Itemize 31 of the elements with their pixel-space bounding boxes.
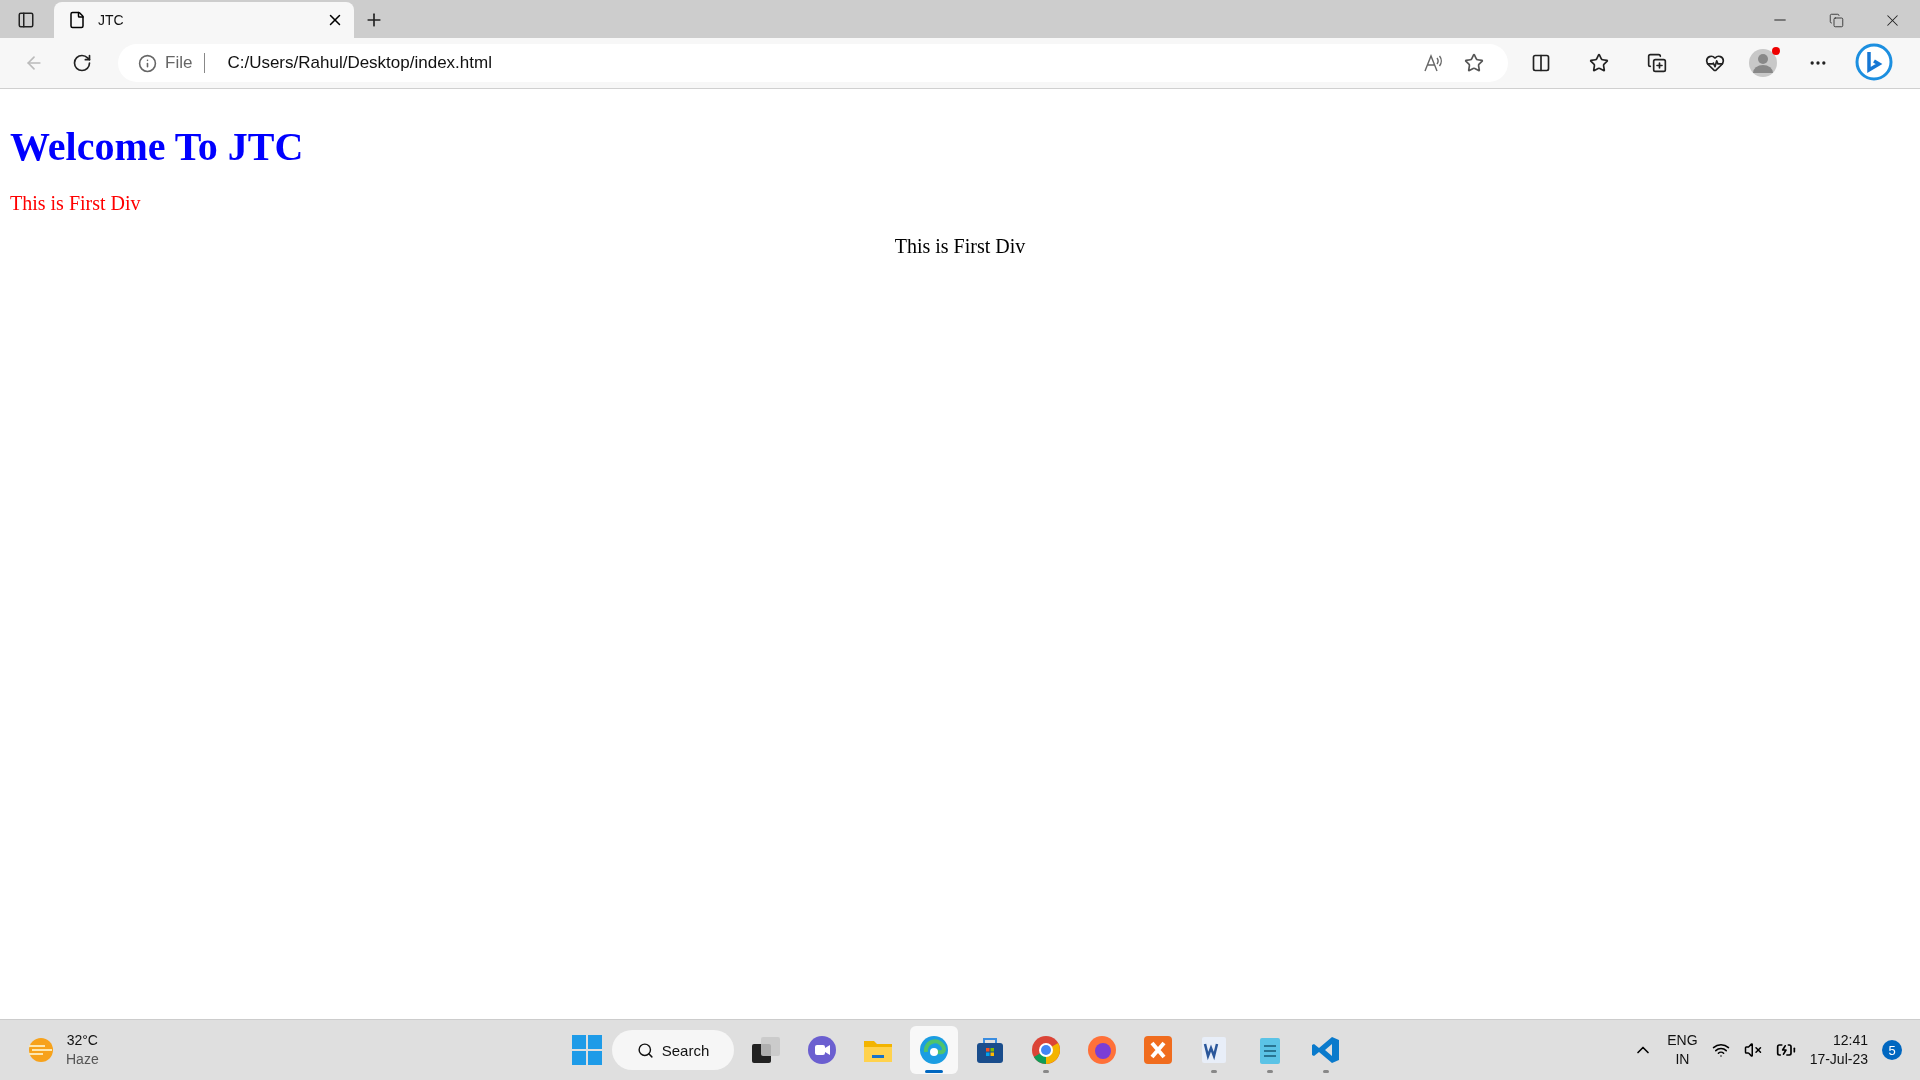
notification-badge[interactable]: 5 [1882, 1040, 1902, 1060]
browser-logo-icon [1030, 1034, 1062, 1066]
start-icon[interactable] [570, 1033, 604, 1067]
copilot-chat-icon[interactable] [1854, 43, 1894, 83]
fox-logo-icon [1086, 1034, 1118, 1066]
overlapping-windows-icon [752, 1037, 780, 1063]
search-button[interactable]: Search [612, 1030, 734, 1070]
read-aloud-icon[interactable] [1422, 52, 1444, 74]
temperature-text: 32°C [66, 1031, 99, 1050]
div-text: This is First Div [894, 235, 1026, 258]
scheme-label: File [165, 53, 206, 73]
search-icon [636, 1041, 654, 1059]
swirl-logo-icon [918, 1034, 950, 1066]
address-bar[interactable]: File C:/Users/Rahul/Desktop/index.html [118, 44, 1508, 82]
cross-logo-icon [1142, 1034, 1174, 1066]
profile-avatar-icon[interactable] [1748, 46, 1782, 80]
code-editor-logo-icon [1310, 1034, 1342, 1066]
clock[interactable]: 12:41 17-Jul-23 [1809, 1031, 1868, 1069]
tab-title: JTC [98, 12, 125, 28]
url-text: C:/Users/Rahul/Desktop/index.html [227, 53, 493, 73]
page-heading: Welcome To JTC [10, 123, 304, 170]
weather-condition: Haze [66, 1050, 99, 1069]
hazy-sun-icon [26, 1035, 56, 1065]
language-indicator[interactable]: ENG IN [1667, 1031, 1698, 1069]
wifi-icon[interactable] [1711, 1041, 1730, 1059]
document-icon [68, 11, 86, 29]
browser-tab[interactable]: JTC [54, 2, 354, 38]
video-chat-icon [806, 1034, 838, 1066]
div-text: This is First Div [10, 192, 141, 215]
info-icon[interactable] [138, 53, 157, 73]
muted-speaker-icon[interactable] [1743, 1041, 1762, 1059]
